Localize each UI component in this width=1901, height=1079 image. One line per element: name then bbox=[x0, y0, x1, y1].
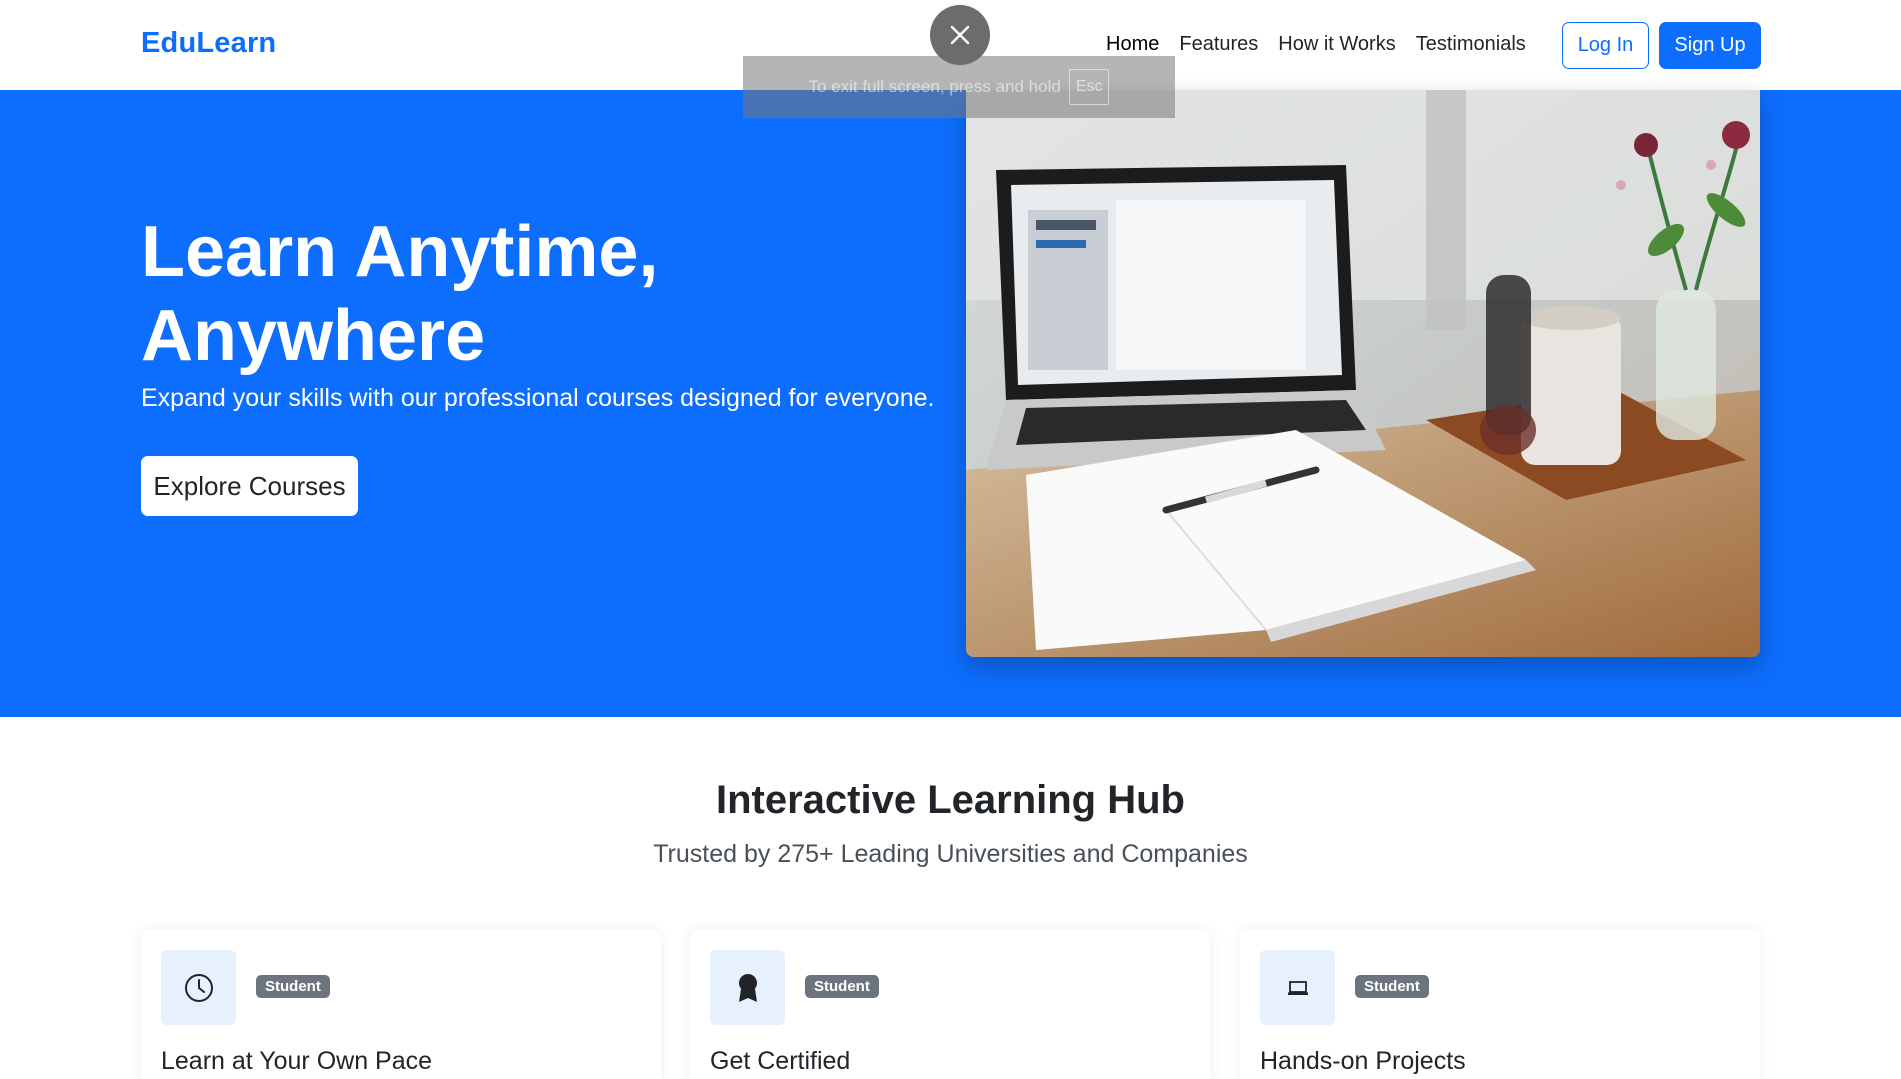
card-icon-box bbox=[1260, 950, 1335, 1025]
nav-link-home[interactable]: Home bbox=[1106, 33, 1159, 56]
certificate-icon bbox=[738, 973, 757, 1002]
feature-card[interactable]: Student Learn at Your Own Pace bbox=[141, 930, 661, 1079]
signup-button[interactable]: Sign Up bbox=[1659, 22, 1761, 69]
nav-links: Home Features How it Works Testimonials bbox=[1106, 33, 1546, 56]
badge-student: Student bbox=[256, 975, 330, 998]
card-icon-box bbox=[161, 950, 236, 1025]
card-title: Learn at Your Own Pace bbox=[161, 1047, 433, 1075]
fullscreen-notice: To exit full screen, press and hold Esc bbox=[743, 56, 1175, 118]
fullscreen-notice-text: To exit full screen, press and hold bbox=[808, 77, 1061, 96]
hero-section: Learn Anytime, Anywhere Expand your skil… bbox=[0, 90, 1901, 717]
features-title: Interactive Learning Hub bbox=[716, 778, 1185, 822]
fullscreen-exit-button[interactable] bbox=[930, 5, 990, 65]
laptop-icon bbox=[1287, 980, 1308, 995]
hero-title: Learn Anytime, Anywhere bbox=[141, 212, 659, 376]
nav-link-how-it-works[interactable]: How it Works bbox=[1278, 33, 1395, 56]
nav-link-testimonials[interactable]: Testimonials bbox=[1416, 33, 1526, 56]
close-icon bbox=[950, 25, 970, 45]
esc-key-hint: Esc bbox=[1068, 69, 1110, 105]
clock-icon bbox=[184, 973, 213, 1002]
hero-image bbox=[966, 90, 1760, 657]
badge-student: Student bbox=[1355, 975, 1429, 998]
features-subtitle: Trusted by 275+ Leading Universities and… bbox=[653, 840, 1248, 868]
explore-courses-button[interactable]: Explore Courses bbox=[141, 456, 358, 516]
login-button[interactable]: Log In bbox=[1562, 22, 1649, 69]
nav-link-features[interactable]: Features bbox=[1179, 33, 1258, 56]
card-title: Hands-on Projects bbox=[1260, 1047, 1466, 1075]
hero-subtitle: Expand your skills with our professional… bbox=[141, 384, 935, 412]
card-title: Get Certified bbox=[710, 1047, 851, 1075]
feature-card[interactable]: Student Hands-on Projects bbox=[1240, 930, 1760, 1079]
feature-card[interactable]: Student Get Certified bbox=[690, 930, 1210, 1079]
brand-logo[interactable]: EduLearn bbox=[141, 27, 276, 60]
badge-student: Student bbox=[805, 975, 879, 998]
card-icon-box bbox=[710, 950, 785, 1025]
